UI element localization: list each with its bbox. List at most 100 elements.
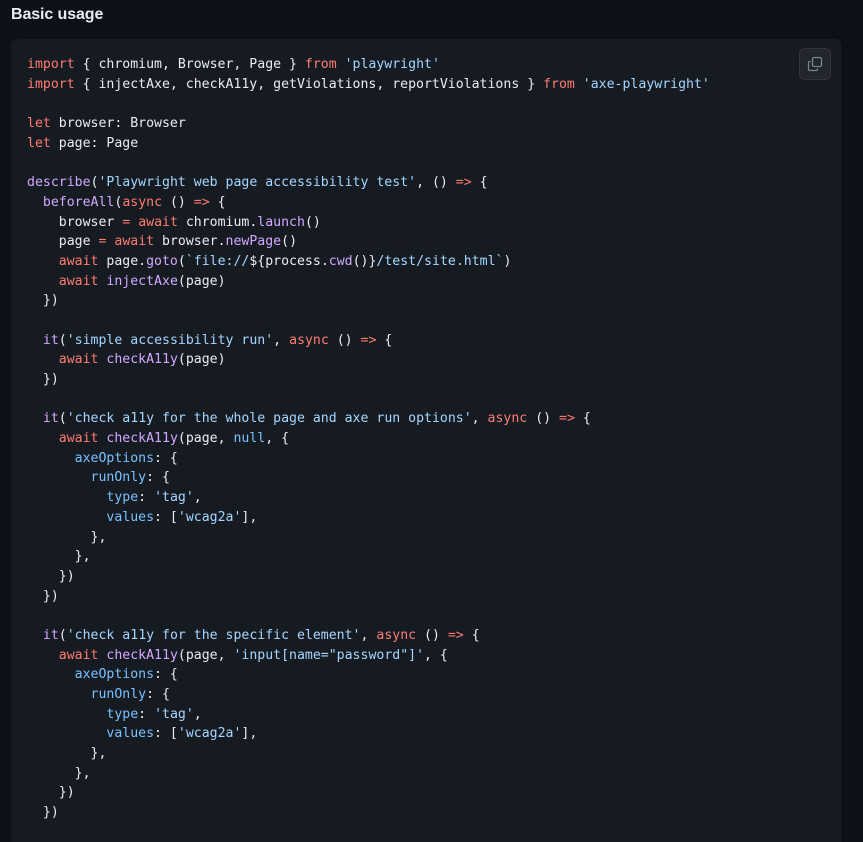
code-line: }, bbox=[27, 764, 710, 784]
code-token: beforeAll bbox=[42, 194, 115, 210]
code-token: await bbox=[138, 214, 178, 230]
code-token: runOnly bbox=[90, 470, 147, 486]
code-token: : { bbox=[146, 687, 170, 702]
code-token: : [ bbox=[154, 509, 178, 525]
code-token: 'check a11y for the whole page and axe r… bbox=[66, 411, 472, 427]
code-line: let browser: Browser bbox=[27, 114, 710, 134]
code-token: it bbox=[42, 332, 59, 348]
code-token: () bbox=[162, 194, 194, 210]
code-token: runOnly bbox=[90, 687, 147, 702]
copy-button[interactable] bbox=[799, 48, 831, 80]
code-line: await checkA11y(page, null, { bbox=[27, 429, 710, 449]
code-token: ( bbox=[58, 411, 67, 427]
code-line: let page: Page bbox=[27, 134, 710, 154]
code-token: type bbox=[106, 706, 139, 722]
code-token: values bbox=[106, 726, 155, 742]
code-token: }) bbox=[27, 568, 75, 584]
code-token: browser: Browser bbox=[50, 116, 186, 132]
code-token: () bbox=[281, 234, 298, 250]
code-token: () bbox=[416, 627, 448, 643]
code-token: (page) bbox=[177, 352, 226, 368]
code-token: page: Page bbox=[50, 135, 139, 151]
code-line: }) bbox=[27, 567, 710, 587]
code-token: { bbox=[574, 411, 591, 427]
code-token: : [ bbox=[154, 726, 178, 742]
code-line: }, bbox=[27, 528, 710, 548]
code-token: null bbox=[233, 431, 266, 447]
code-line: runOnly: { bbox=[27, 468, 710, 488]
code-line: it('check a11y for the whole page and ax… bbox=[27, 409, 710, 429]
code-token: page bbox=[27, 234, 99, 250]
code-token: 'tag' bbox=[154, 706, 194, 722]
code-token: it bbox=[42, 627, 59, 643]
code-token: 'tag' bbox=[154, 490, 194, 506]
code-token: }) bbox=[27, 785, 75, 801]
code-line: }) bbox=[27, 783, 710, 803]
code-token: checkA11y bbox=[106, 431, 178, 447]
code-token: : bbox=[138, 706, 155, 722]
code-token: goto bbox=[146, 253, 178, 269]
code-token: ) bbox=[503, 253, 512, 269]
code-token: await bbox=[58, 352, 99, 368]
code-token: await bbox=[58, 431, 99, 447]
code-token: , bbox=[360, 627, 377, 643]
code-token: , bbox=[471, 411, 488, 427]
code-line: page = await browser.newPage() bbox=[27, 232, 710, 252]
code-token: /test/site.html` bbox=[376, 253, 504, 269]
code-token: , bbox=[193, 706, 202, 722]
code-token: () bbox=[527, 411, 560, 427]
code-token: import bbox=[27, 76, 75, 92]
code-token: await bbox=[58, 253, 99, 269]
code-line: import { injectAxe, checkA11y, getViolat… bbox=[27, 75, 710, 95]
code-token: : { bbox=[154, 450, 178, 466]
code-line: describe('Playwright web page accessibil… bbox=[27, 173, 710, 193]
code-token: axeOptions bbox=[74, 667, 155, 683]
code-block: import { chromium, Browser, Page } from … bbox=[11, 39, 841, 842]
code-token: from bbox=[543, 76, 575, 92]
code-line: runOnly: { bbox=[27, 685, 710, 705]
code-token: }) bbox=[27, 588, 59, 604]
code-token: , bbox=[193, 490, 202, 506]
code-token: => bbox=[360, 332, 377, 348]
code-token: { bbox=[471, 175, 488, 191]
code-line: beforeAll(async () => { bbox=[27, 193, 710, 213]
code-token: values bbox=[106, 509, 155, 525]
code-token: async bbox=[376, 627, 417, 643]
code-content[interactable]: import { chromium, Browser, Page } from … bbox=[27, 55, 710, 823]
code-token: cwd bbox=[328, 253, 353, 269]
code-token: , () bbox=[416, 175, 456, 191]
code-token: it bbox=[42, 411, 59, 427]
code-token: describe bbox=[27, 175, 91, 191]
code-token: 'wcag2a' bbox=[177, 726, 242, 742]
code-line: import { chromium, Browser, Page } from … bbox=[27, 55, 710, 75]
code-token: import bbox=[27, 57, 75, 72]
code-token: 'axe-playwright' bbox=[582, 76, 710, 92]
code-token: 'check a11y for the specific element' bbox=[66, 627, 361, 643]
code-token: ()} bbox=[352, 253, 377, 269]
copy-icon bbox=[807, 56, 823, 72]
code-line: }) bbox=[27, 803, 710, 823]
code-line: await checkA11y(page) bbox=[27, 350, 710, 370]
code-token: checkA11y bbox=[106, 647, 178, 663]
code-line: browser = await chromium.launch() bbox=[27, 213, 710, 233]
code-token: }) bbox=[27, 372, 59, 387]
code-token: await bbox=[58, 273, 99, 289]
code-token: ( bbox=[177, 253, 186, 269]
code-token: => bbox=[193, 194, 210, 210]
code-token: , bbox=[273, 332, 290, 348]
